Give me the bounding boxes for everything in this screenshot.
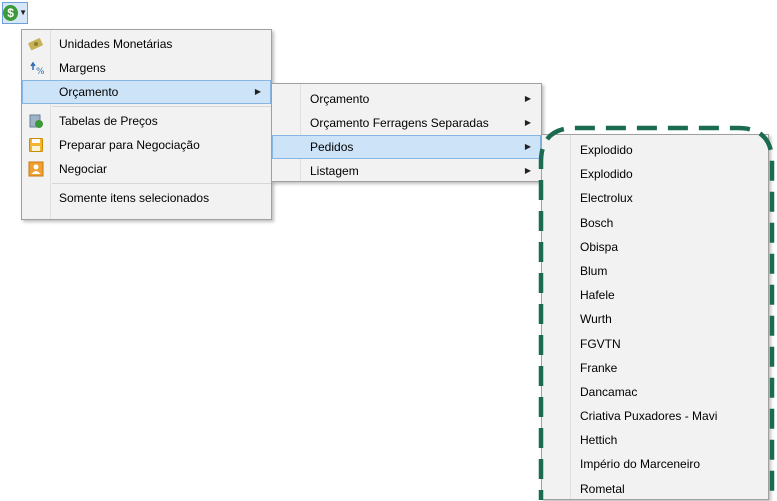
chevron-right-icon: ▶ — [524, 142, 531, 151]
submenu-item-orcamento-ferragens-separadas[interactable]: Orçamento Ferragens Separadas ▶ — [272, 111, 541, 135]
money-icon — [28, 36, 44, 52]
currency-dropdown-button[interactable]: $ ▼ — [2, 2, 28, 24]
percent-icon: % — [28, 60, 44, 76]
negotiate-icon — [28, 161, 44, 177]
submenu-item-orcamento[interactable]: Orçamento ▶ — [272, 87, 541, 111]
pedidos-item[interactable]: Hafele — [542, 283, 768, 307]
pedidos-item[interactable]: Bosch — [542, 211, 768, 235]
menu-separator — [52, 183, 271, 184]
pedidos-item[interactable]: FGVTN — [542, 332, 768, 356]
menu-item-somente-itens-selecionados[interactable]: Somente itens selecionados — [22, 186, 271, 210]
menu-item-negociar[interactable]: Negociar — [22, 157, 271, 181]
price-table-icon — [28, 113, 44, 129]
menu-item-orcamento[interactable]: Orçamento ▶ — [22, 80, 271, 104]
pedidos-item[interactable]: Rometal — [542, 477, 768, 501]
pedidos-item[interactable]: Criativa Puxadores - Mavi — [542, 404, 768, 428]
save-icon — [28, 137, 44, 153]
pedidos-item[interactable]: Franke — [542, 356, 768, 380]
pedidos-item[interactable]: Hettich — [542, 428, 768, 452]
pedidos-item[interactable]: Wurth — [542, 307, 768, 331]
pedidos-item[interactable]: Blum — [542, 259, 768, 283]
menu-item-margens[interactable]: % Margens — [22, 56, 271, 80]
menu-item-unidades-monetarias[interactable]: Unidades Monetárias — [22, 32, 271, 56]
chevron-right-icon: ▶ — [524, 94, 531, 103]
menu-separator — [52, 106, 271, 107]
pedidos-item[interactable]: Electrolux — [542, 186, 768, 210]
menu-item-preparar-negociacao[interactable]: Preparar para Negociação — [22, 133, 271, 157]
pedidos-item[interactable]: Império do Marceneiro — [542, 452, 768, 476]
menu-item-tabelas-de-precos[interactable]: Tabelas de Preços — [22, 109, 271, 133]
chevron-right-icon: ▶ — [524, 118, 531, 127]
submenu-item-listagem[interactable]: Listagem ▶ — [272, 159, 541, 183]
pedidos-item[interactable]: Explodido — [542, 138, 768, 162]
chevron-right-icon: ▶ — [524, 166, 531, 175]
chevron-down-icon: ▼ — [19, 8, 27, 17]
chevron-right-icon: ▶ — [254, 87, 261, 96]
pedidos-submenu: Explodido Explodido Electrolux Bosch Obi… — [541, 134, 769, 500]
main-context-menu: Unidades Monetárias % Margens Orçamento … — [21, 29, 272, 220]
orcamento-submenu: Orçamento ▶ Orçamento Ferragens Separada… — [271, 83, 542, 182]
pedidos-item[interactable]: Explodido — [542, 162, 768, 186]
pedidos-item[interactable]: Obispa — [542, 235, 768, 259]
submenu-item-pedidos[interactable]: Pedidos ▶ — [272, 135, 541, 159]
dollar-icon: $ — [3, 5, 19, 21]
svg-text:%: % — [36, 67, 44, 76]
pedidos-item[interactable]: Dancamac — [542, 380, 768, 404]
